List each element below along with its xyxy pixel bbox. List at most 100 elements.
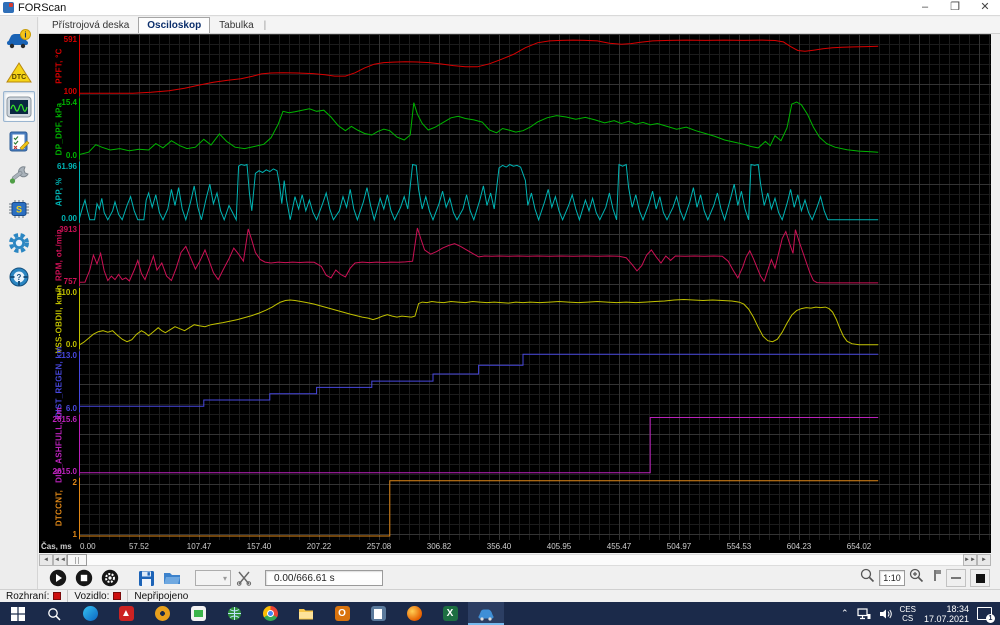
interface-led-icon [53,592,62,600]
x-tick-label: 455.47 [606,542,632,551]
x-axis-label: Čas, ms [41,542,72,551]
vehicle-label: Vozidlo: [74,590,110,602]
marker-select-dropdown[interactable]: ▾ [195,570,231,586]
svg-text:i: i [24,30,26,39]
record-settings-button[interactable] [97,568,123,588]
save-button[interactable] [133,568,159,588]
sidebar-item-oscilloscope[interactable] [3,91,35,122]
taskbar-app-notes[interactable] [360,602,396,625]
x-tick-label: 107.47 [186,542,212,551]
transport-toolbar: ▾ 0.00/666.61 s 1:10 [39,567,1000,589]
sidebar-item-settings[interactable] [3,227,35,258]
lang-top: CES [899,604,916,614]
clock-time: 18:34 [946,603,969,614]
taskbar-app-firefox[interactable] [396,602,432,625]
start-button[interactable] [0,602,36,625]
scroll-left-button[interactable]: ◄ [39,554,53,566]
zoom-ratio-field[interactable]: 1:10 [879,570,905,586]
sidebar-item-tests[interactable] [3,125,35,156]
svg-text:DTC: DTC [12,74,26,81]
oscilloscope-icon [6,96,32,117]
cut-markers-button[interactable] [231,568,257,588]
firefox-icon [406,606,422,621]
trace-dist-regen-km [79,353,879,407]
trace-app [79,163,879,222]
trace-rpm-ot-min [79,227,879,284]
sidebar-item-programming[interactable]: S [3,193,35,224]
tab-dashboard[interactable]: Přístrojová deska [43,17,138,33]
taskbar-app-edge[interactable] [72,602,108,625]
trace-vss-obdii-km-h [79,298,879,346]
time-position-field[interactable]: 0.00/666.61 s [265,570,383,586]
speaker-icon[interactable] [879,608,892,620]
globe-icon [227,607,241,620]
marker-pin-icon[interactable] [928,568,942,588]
play-button[interactable] [45,568,71,588]
taskbar-app-gps[interactable] [216,602,252,625]
notification-center-icon[interactable]: 1 [977,607,995,623]
taskbar-app-explorer[interactable] [288,602,324,625]
tab-oscilloscope[interactable]: Osciloskop [138,17,211,33]
steering-wheel-question-icon: ? [9,267,29,286]
y-min-app: 0.00 [61,213,77,223]
taskbar-app-forscan[interactable] [468,602,504,625]
y-max-dtccnt: 2 [72,477,77,487]
oscilloscope-chart: PPFT, °C 591 100 DP_DPF, kPa 15.4 0.0 APP, % 61… [39,34,991,553]
car-info-icon: i [7,28,31,48]
network-icon[interactable] [856,607,871,620]
y-min-ppft-c: 100 [63,87,77,97]
trace-dp-dpf-kpa [79,101,879,156]
taskbar-app-excel[interactable]: X [432,602,468,625]
gear-circle-icon [101,569,119,587]
sidebar-item-help[interactable]: ? [3,261,35,292]
checklist-icon [9,131,30,151]
minimize-button[interactable]: – [910,0,940,16]
y-min-dtccnt: 1 [72,530,77,539]
language-indicator[interactable]: CES CS [900,605,916,623]
y-max-dp-dpf-kpa: 15.4 [61,98,77,108]
sidebar-item-vehicle-info[interactable]: i [3,23,35,54]
taskbar-app-media[interactable] [144,602,180,625]
stop-button[interactable] [71,568,97,588]
open-button[interactable] [159,568,185,588]
taskbar-app-screenshare[interactable] [180,602,216,625]
taskbar-app-irfanview[interactable]: ▲ [108,602,144,625]
zoom-out-icon[interactable] [860,568,875,588]
fill-style-button[interactable] [970,569,990,587]
taskbar-app-chrome[interactable] [252,602,288,625]
trace-dis-ashfull-km [79,417,879,474]
scroll-left-fast-button[interactable]: ◄◄ [53,554,67,566]
taskbar-app-outlook[interactable]: O [324,602,360,625]
tray-expand-icon[interactable]: ⌃ [841,608,849,619]
taskbar-clock[interactable]: 18:34 17.07.2021 [924,604,969,624]
taskbar-search-button[interactable] [36,602,72,625]
screenshare-icon [190,606,206,621]
close-button[interactable]: ✕ [970,0,1000,16]
scroll-right-button[interactable]: ► [977,554,991,566]
scroll-track[interactable] [87,554,963,566]
scroll-right-fast-button[interactable]: ►► [963,554,977,566]
x-tick-label: 207.22 [306,542,332,551]
plot-area[interactable] [79,34,991,540]
restore-button[interactable]: ❐ [940,0,970,16]
status-bar: Rozhraní: Vozidlo: Nepřipojeno [0,589,1000,602]
y-max-app: 61.96 [56,161,77,171]
sidebar-item-dtc[interactable]: DTC [3,57,35,88]
x-tick-label: 306.82 [426,542,452,551]
irfanview-icon: ▲ [118,606,134,621]
forscan-window: FORScan – ❐ ✕ i DTC S ? Přístrojová desk… [0,0,1000,625]
wrench-icon [9,165,29,184]
x-tick-label: 554.53 [726,542,752,551]
x-axis: Čas, ms 0.00 57.52 107.47 157.40 207.22 257.0… [39,540,991,553]
y-max-ppft-c: 591 [63,35,77,44]
excel-icon: X [442,606,458,621]
sidebar-item-service[interactable] [3,159,35,190]
scroll-thumb[interactable] [67,554,87,566]
open-folder-icon [164,573,180,584]
zoom-in-icon[interactable] [909,568,924,588]
tab-table[interactable]: Tabulka [210,17,262,33]
line-style-button[interactable] [946,569,966,587]
svg-text:?: ? [17,273,22,282]
y-max-dist-regen-km: 13.0 [61,351,77,361]
x-tick-label: 0.00 [80,542,96,551]
